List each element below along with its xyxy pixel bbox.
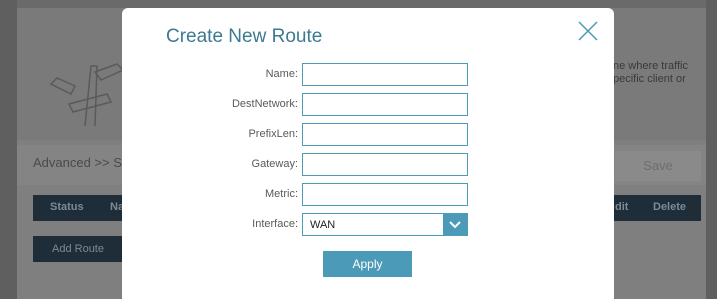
gateway-row: Gateway: xyxy=(122,153,614,177)
chevron-down-icon xyxy=(449,221,461,229)
prefix-len-input[interactable] xyxy=(302,123,468,146)
dialog-title: Create New Route xyxy=(166,26,323,47)
apply-button[interactable]: Apply xyxy=(323,251,412,277)
metric-input[interactable] xyxy=(302,183,468,206)
save-button[interactable]: Save xyxy=(615,151,701,181)
prefix-len-row: PrefixLen: xyxy=(122,123,614,147)
name-row: Name: xyxy=(122,63,614,87)
gateway-input[interactable] xyxy=(302,153,468,176)
dest-network-input[interactable] xyxy=(302,93,468,116)
metric-label: Metric: xyxy=(265,188,298,200)
breadcrumb: Advanced >> S xyxy=(33,155,122,170)
column-header-status: Status xyxy=(50,201,84,213)
prefix-len-label: PrefixLen: xyxy=(248,128,298,140)
metric-row: Metric: xyxy=(122,183,614,207)
page-description: ne where traffic pecific client or xyxy=(613,60,689,85)
dropdown-toggle[interactable] xyxy=(443,214,467,235)
column-header-delete: Delete xyxy=(653,201,687,213)
dest-network-row: DestNetwork: xyxy=(122,93,614,117)
right-border xyxy=(706,0,717,299)
create-route-dialog: Create New Route Name: DestNetwork: Pref… xyxy=(122,8,614,299)
name-label: Name: xyxy=(265,68,298,80)
dest-network-label: DestNetwork: xyxy=(231,98,298,110)
top-strip xyxy=(17,0,706,8)
close-icon[interactable] xyxy=(577,20,599,42)
name-input[interactable] xyxy=(302,63,468,86)
interface-selected-value: WAN xyxy=(310,219,336,231)
column-header-edit: dit xyxy=(615,201,629,213)
add-route-button[interactable]: Add Route xyxy=(33,236,123,262)
interface-row: Interface: WAN xyxy=(122,213,614,237)
gateway-label: Gateway: xyxy=(251,158,298,170)
interface-select[interactable]: WAN xyxy=(302,213,468,236)
left-border xyxy=(0,0,17,299)
interface-label: Interface: xyxy=(252,218,298,230)
